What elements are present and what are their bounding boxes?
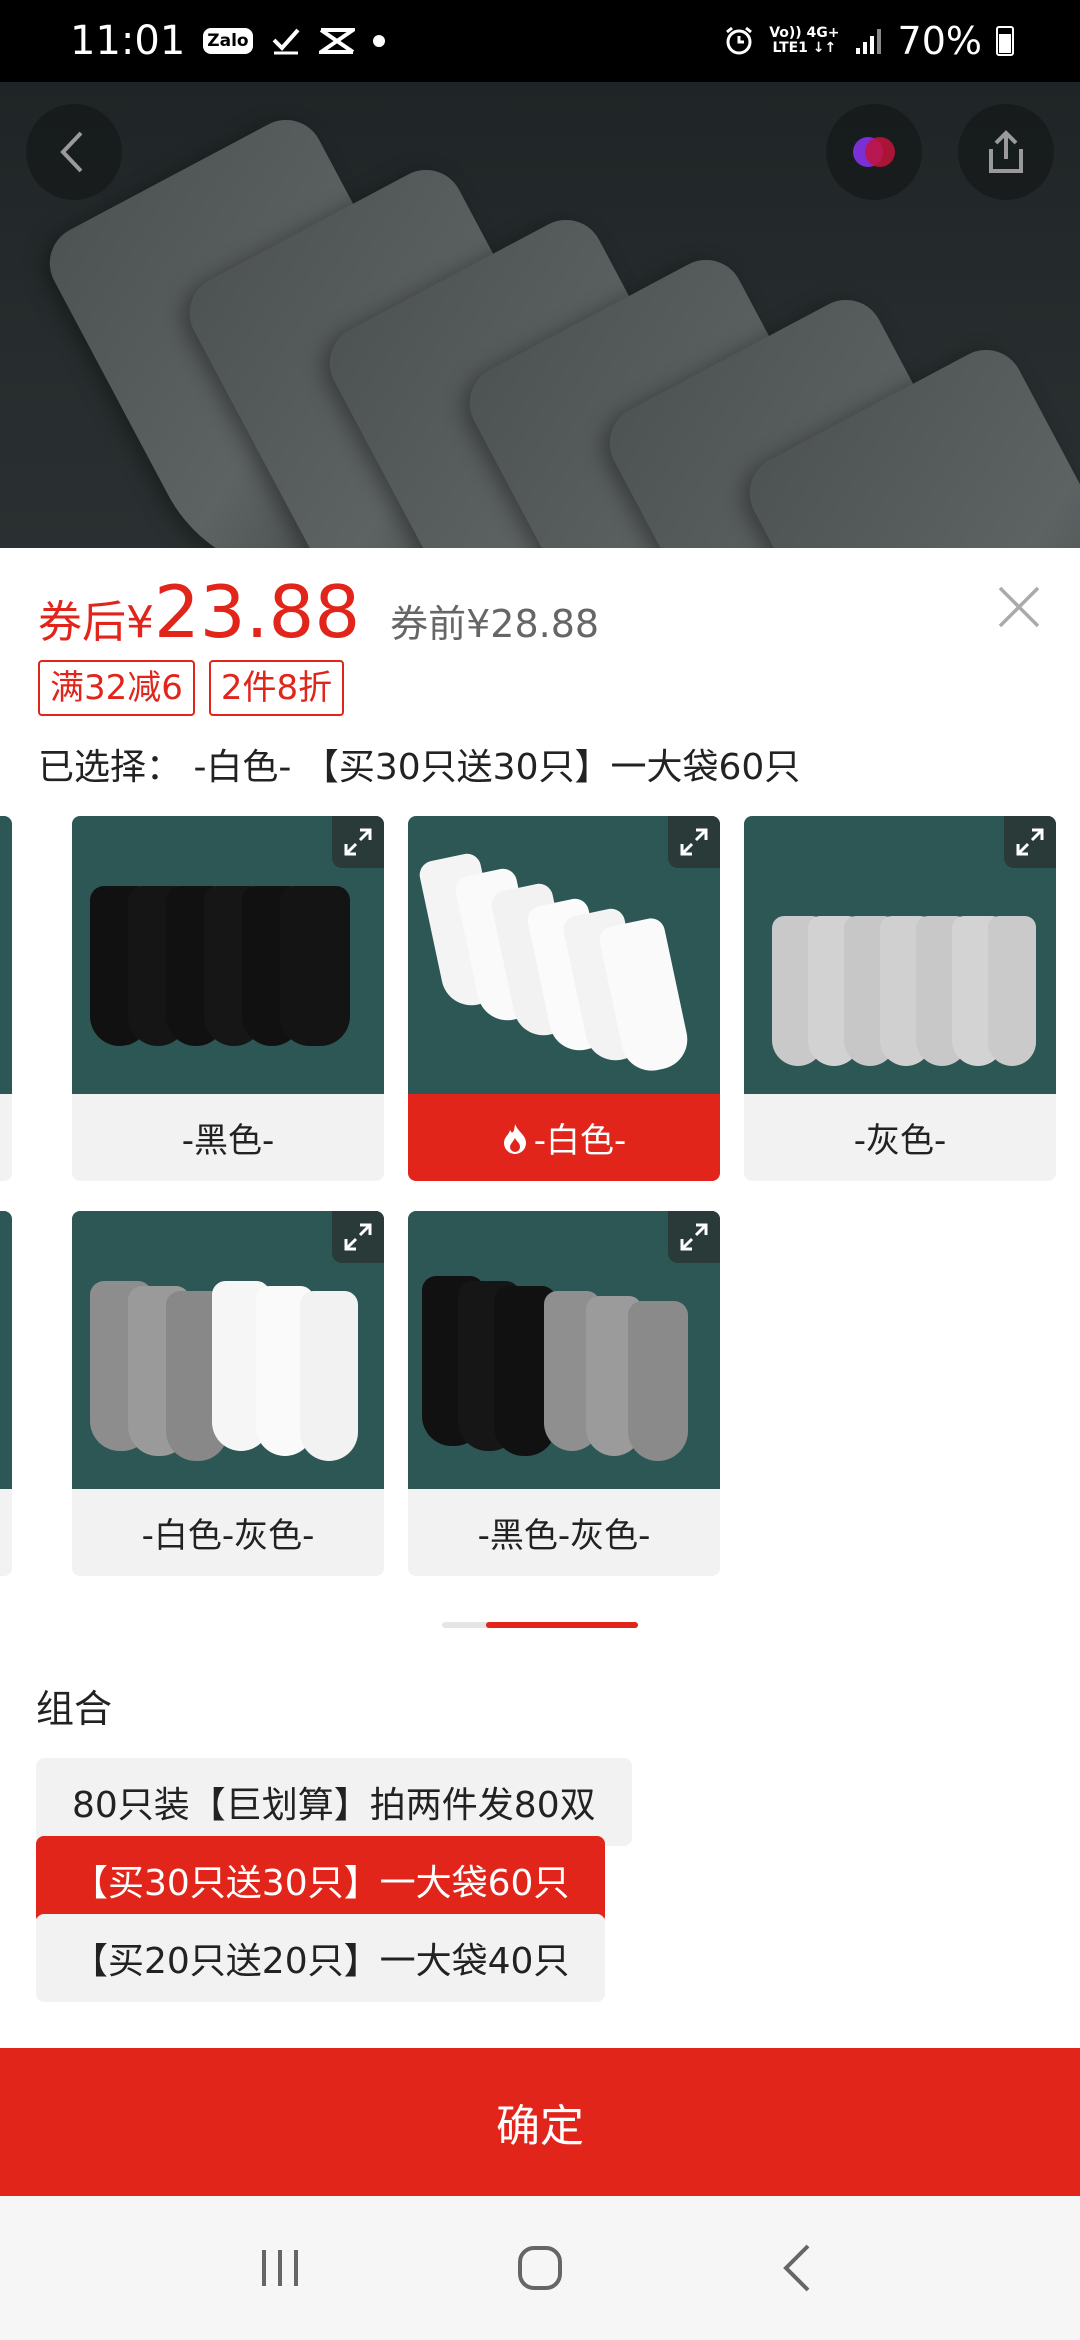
promo-tag: 2件8折 [208, 660, 345, 716]
color-option-label: -黑色- [181, 1121, 275, 1161]
price-before: 券前¥28.88 [390, 602, 600, 646]
selected-summary: 已选择： -白色- 【买30只送30只】一大袋60只 [38, 747, 801, 788]
notification-dot-icon [372, 35, 385, 47]
color-option-label: -白色- [408, 1094, 720, 1181]
color-option-label: -灰色- [853, 1121, 947, 1161]
color-option-black[interactable]: -黑色- [72, 816, 384, 1181]
expand-image-button[interactable] [1004, 816, 1056, 868]
system-nav-bar [0, 2196, 1080, 2340]
network-top: Vo)) 4G+ [769, 25, 840, 41]
back-nav-icon[interactable] [770, 2238, 830, 2298]
promo-tags: 满32减6 2件8折 [38, 660, 345, 716]
back-button[interactable] [26, 104, 122, 200]
capcut-icon [318, 26, 355, 56]
color-option-image [744, 816, 1056, 1094]
battery-percent: 70% [897, 19, 982, 63]
expand-icon [1016, 828, 1044, 856]
confirm-button[interactable]: 确定 [0, 2048, 1080, 2196]
favorite-button[interactable] [826, 104, 922, 200]
expand-image-button[interactable] [332, 1211, 384, 1263]
color-option-label: -白色-灰色- [141, 1516, 315, 1556]
network-bottom: LTE1 ↓↑ [772, 40, 837, 56]
battery-icon [996, 26, 1014, 56]
status-time: 11:01 [70, 18, 186, 64]
signal-icon [854, 26, 884, 56]
partial-tile-edge[interactable] [0, 1211, 12, 1576]
color-option-image [72, 816, 384, 1094]
share-button[interactable] [958, 104, 1054, 200]
color-option-label: -黑色-灰色- [477, 1516, 651, 1556]
color-option-label-text: -白色- [533, 1121, 627, 1161]
flame-icon [503, 1123, 526, 1154]
expand-icon [344, 828, 372, 856]
color-option-white[interactable]: -白色- [408, 816, 720, 1181]
recent-apps-icon[interactable] [250, 2238, 310, 2298]
home-icon[interactable] [510, 2238, 570, 2298]
sku-selection-sheet: 券后 ¥ 23.88 券前¥28.88 满32减6 2件8折 已选择： -白色-… [0, 548, 1080, 2048]
price-value: 23.88 [154, 570, 361, 654]
product-hero-image [0, 82, 1080, 548]
promo-tag: 满32减6 [38, 660, 195, 716]
color-option-black-grey[interactable]: -黑色-灰色- [408, 1211, 720, 1576]
expand-image-button[interactable] [668, 1211, 720, 1263]
carousel-scroll-thumb [486, 1622, 638, 1628]
check-icon [271, 26, 301, 56]
price-label: 券后 [38, 597, 126, 648]
chevron-left-icon [60, 131, 83, 173]
partial-tile-edge[interactable] [0, 816, 12, 1181]
zalo-icon: Zalo [203, 28, 253, 54]
color-option-image [408, 816, 720, 1094]
color-option-image [408, 1211, 720, 1489]
carousel-scroll-indicator [442, 1622, 638, 1628]
group-section-title: 组合 [36, 1687, 113, 1731]
status-left: 11:01 Zalo [70, 18, 385, 64]
bundle-option[interactable]: 【买30只送30只】一大袋60只 [36, 1836, 606, 1924]
price-currency: ¥ [126, 597, 154, 648]
price-row: 券后 ¥ 23.88 券前¥28.88 [38, 570, 599, 654]
share-icon [989, 130, 1023, 173]
expand-icon [680, 1223, 708, 1251]
close-icon[interactable] [994, 582, 1044, 632]
color-option-image [72, 1211, 384, 1489]
expand-image-button[interactable] [668, 816, 720, 868]
alarm-icon [723, 25, 755, 57]
bundle-option[interactable]: 80只装【巨划算】拍两件发80双 [36, 1758, 632, 1846]
network-indicator: Vo)) 4G+ LTE1 ↓↑ [769, 26, 839, 56]
expand-image-button[interactable] [332, 816, 384, 868]
color-option-grey[interactable]: -灰色- [744, 816, 1056, 1181]
expand-icon [680, 828, 708, 856]
bundle-option[interactable]: 【买20只送20只】一大袋40只 [36, 1914, 606, 2002]
expand-icon [344, 1223, 372, 1251]
status-bar: 11:01 Zalo Vo)) 4G+ LTE1 ↓↑ 70% [0, 0, 1080, 82]
heart-dual-icon [853, 137, 895, 167]
color-option-white-grey[interactable]: -白色-灰色- [72, 1211, 384, 1576]
status-right: Vo)) 4G+ LTE1 ↓↑ 70% [723, 19, 1014, 63]
